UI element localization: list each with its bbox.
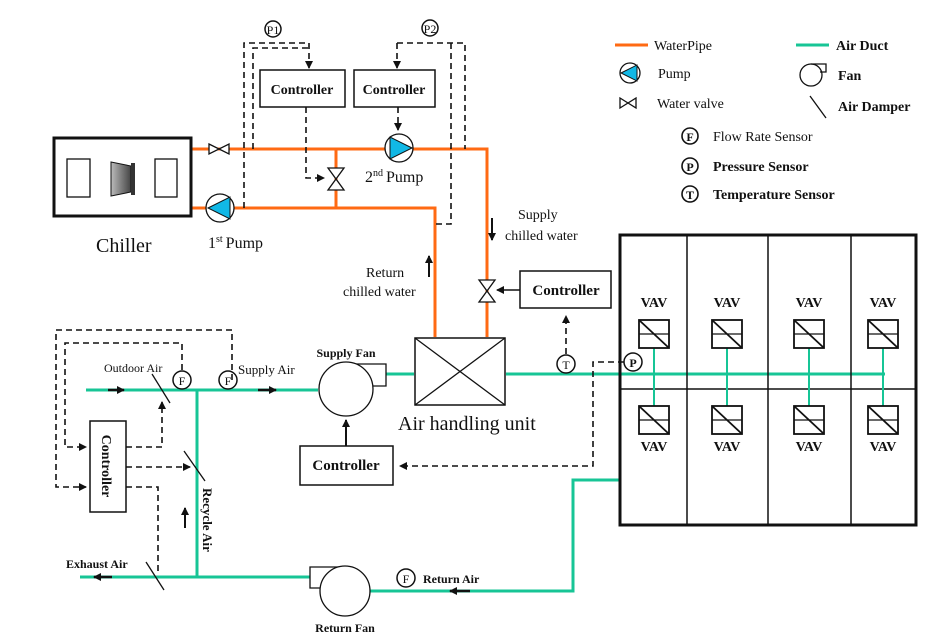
ahu-control-valve-icon[interactable] bbox=[477, 279, 497, 303]
vav-label-bottom-3: VAV bbox=[796, 440, 823, 455]
svg-text:F: F bbox=[179, 374, 186, 388]
chiller-water-valve-icon[interactable] bbox=[208, 142, 230, 156]
legend: WaterPipe Air Duct Pump Fan Water valve … bbox=[615, 39, 910, 203]
return-fan-icon[interactable] bbox=[309, 565, 371, 617]
outdoor-air-label: Outdoor Air bbox=[104, 361, 162, 375]
legend-air-damper-icon bbox=[809, 95, 827, 119]
legend-fan-label: Fan bbox=[838, 69, 862, 84]
return-chilled-water-label-1: Return bbox=[366, 266, 404, 281]
legend-pump-icon bbox=[619, 62, 641, 84]
hvac-diagram: WaterPipe Air Duct Pump Fan Water valve … bbox=[52, 19, 918, 635]
vav-pressure-sensor: P bbox=[623, 352, 643, 372]
legend-pressure-sensor-icon: P bbox=[681, 157, 699, 175]
supply-chilled-water-label-1: Supply bbox=[518, 208, 558, 223]
legend-temperature-sensor-label: Temperature Sensor bbox=[713, 188, 835, 203]
second-pump-icon[interactable] bbox=[384, 133, 414, 163]
vav-box-top-3[interactable] bbox=[793, 319, 825, 349]
return-air-label: Return Air bbox=[423, 572, 480, 586]
controller1-to-valve-signal bbox=[305, 107, 325, 182]
svg-text:F: F bbox=[225, 374, 232, 388]
svg-text:Controller: Controller bbox=[363, 83, 426, 98]
vav-box-top-2[interactable] bbox=[711, 319, 743, 349]
bypass-valve-icon[interactable] bbox=[326, 167, 346, 191]
recycle-air-label: Recycle Air bbox=[200, 488, 215, 552]
legend-air-duct-label: Air Duct bbox=[836, 39, 889, 54]
supply-air-flow-sensor: F bbox=[218, 370, 238, 390]
p1-pressure-sensor: P1 bbox=[264, 20, 282, 38]
supply-fan-icon[interactable] bbox=[318, 361, 387, 417]
supply-flow-signal-line bbox=[55, 329, 233, 491]
legend-water-pipe-label: WaterPipe bbox=[654, 39, 712, 54]
vav-label-bottom-2: VAV bbox=[714, 440, 741, 455]
chiller-label: Chiller bbox=[96, 235, 152, 257]
ahu-label: Air handling unit bbox=[398, 413, 536, 435]
legend-flow-sensor-icon: F bbox=[681, 127, 699, 145]
second-pump-label: 2nd Pump bbox=[365, 168, 423, 186]
outdoor-air-flow-sensor: F bbox=[172, 370, 192, 390]
legend-pressure-sensor-label: Pressure Sensor bbox=[713, 160, 809, 175]
supply-fan-controller[interactable]: Controller bbox=[299, 445, 394, 486]
svg-text:P1: P1 bbox=[267, 23, 280, 37]
vav-box-bottom-2[interactable] bbox=[711, 405, 743, 435]
p2-pressure-sensor: P2 bbox=[421, 19, 439, 37]
return-fan-label: Return Fan bbox=[315, 621, 375, 635]
supply-air-label: Supply Air bbox=[238, 362, 295, 377]
svg-text:Controller: Controller bbox=[271, 83, 334, 98]
svg-text:F: F bbox=[686, 130, 693, 144]
vav-zone-grid bbox=[618, 233, 918, 527]
vav-label-top-2: VAV bbox=[714, 296, 741, 311]
svg-text:T: T bbox=[562, 358, 570, 372]
legend-air-damper-label: Air Damper bbox=[838, 100, 910, 115]
supply-temperature-sensor: T bbox=[556, 354, 576, 374]
vav-box-top-4[interactable] bbox=[867, 319, 899, 349]
ahu-valve-controller[interactable]: Controller bbox=[519, 270, 612, 309]
vav-label-top-4: VAV bbox=[870, 296, 897, 311]
controller-to-exhaust-damper-signal bbox=[126, 486, 159, 572]
legend-pump-label: Pump bbox=[658, 67, 691, 82]
vav-label-top-1: VAV bbox=[641, 296, 668, 311]
svg-text:P: P bbox=[629, 356, 636, 370]
supply-chilled-water-label-2: chilled water bbox=[505, 229, 578, 244]
svg-text:F: F bbox=[403, 572, 410, 586]
vav-box-bottom-1[interactable] bbox=[638, 405, 670, 435]
svg-text:P2: P2 bbox=[424, 22, 437, 36]
legend-flow-sensor-label: Flow Rate Sensor bbox=[713, 130, 813, 145]
return-air-duct bbox=[352, 478, 620, 593]
recycle-air-damper-icon[interactable] bbox=[183, 450, 206, 482]
vav-box-bottom-4[interactable] bbox=[867, 405, 899, 435]
first-pump-icon[interactable] bbox=[205, 193, 235, 223]
legend-fan-icon bbox=[799, 63, 827, 87]
return-air-flow-sensor: F bbox=[396, 568, 416, 588]
vav-box-bottom-3[interactable] bbox=[793, 405, 825, 435]
supply-fan-label: Supply Fan bbox=[316, 346, 375, 360]
svg-text:T: T bbox=[686, 188, 694, 202]
legend-temperature-sensor-icon: T bbox=[681, 185, 699, 203]
svg-text:P: P bbox=[686, 160, 693, 174]
svg-text:Controller: Controller bbox=[312, 458, 380, 474]
vav-label-bottom-4: VAV bbox=[870, 440, 897, 455]
damper-controller[interactable]: Controller bbox=[89, 420, 127, 513]
exhaust-air-label: Exhaust Air bbox=[66, 557, 128, 571]
svg-text:Controller: Controller bbox=[532, 283, 600, 299]
vav-label-top-3: VAV bbox=[796, 296, 823, 311]
legend-water-valve-icon bbox=[619, 96, 637, 110]
chiller bbox=[52, 136, 193, 218]
air-handling-unit bbox=[414, 337, 506, 406]
first-pump-label: 1st Pump bbox=[208, 234, 263, 252]
bypass-valve-controller[interactable]: Controller bbox=[259, 69, 346, 108]
legend-water-valve-label: Water valve bbox=[657, 97, 724, 112]
air-ducts bbox=[80, 372, 885, 593]
p2-signal-line-2 bbox=[436, 43, 452, 225]
return-chilled-water-label-2: chilled water bbox=[343, 285, 416, 300]
svg-text:Controller: Controller bbox=[98, 435, 113, 498]
controller-to-outdoor-damper-signal bbox=[126, 401, 166, 448]
vav-label-bottom-1: VAV bbox=[641, 440, 668, 455]
vav-box-top-1[interactable] bbox=[638, 319, 670, 349]
second-pump-controller[interactable]: Controller bbox=[353, 69, 436, 108]
